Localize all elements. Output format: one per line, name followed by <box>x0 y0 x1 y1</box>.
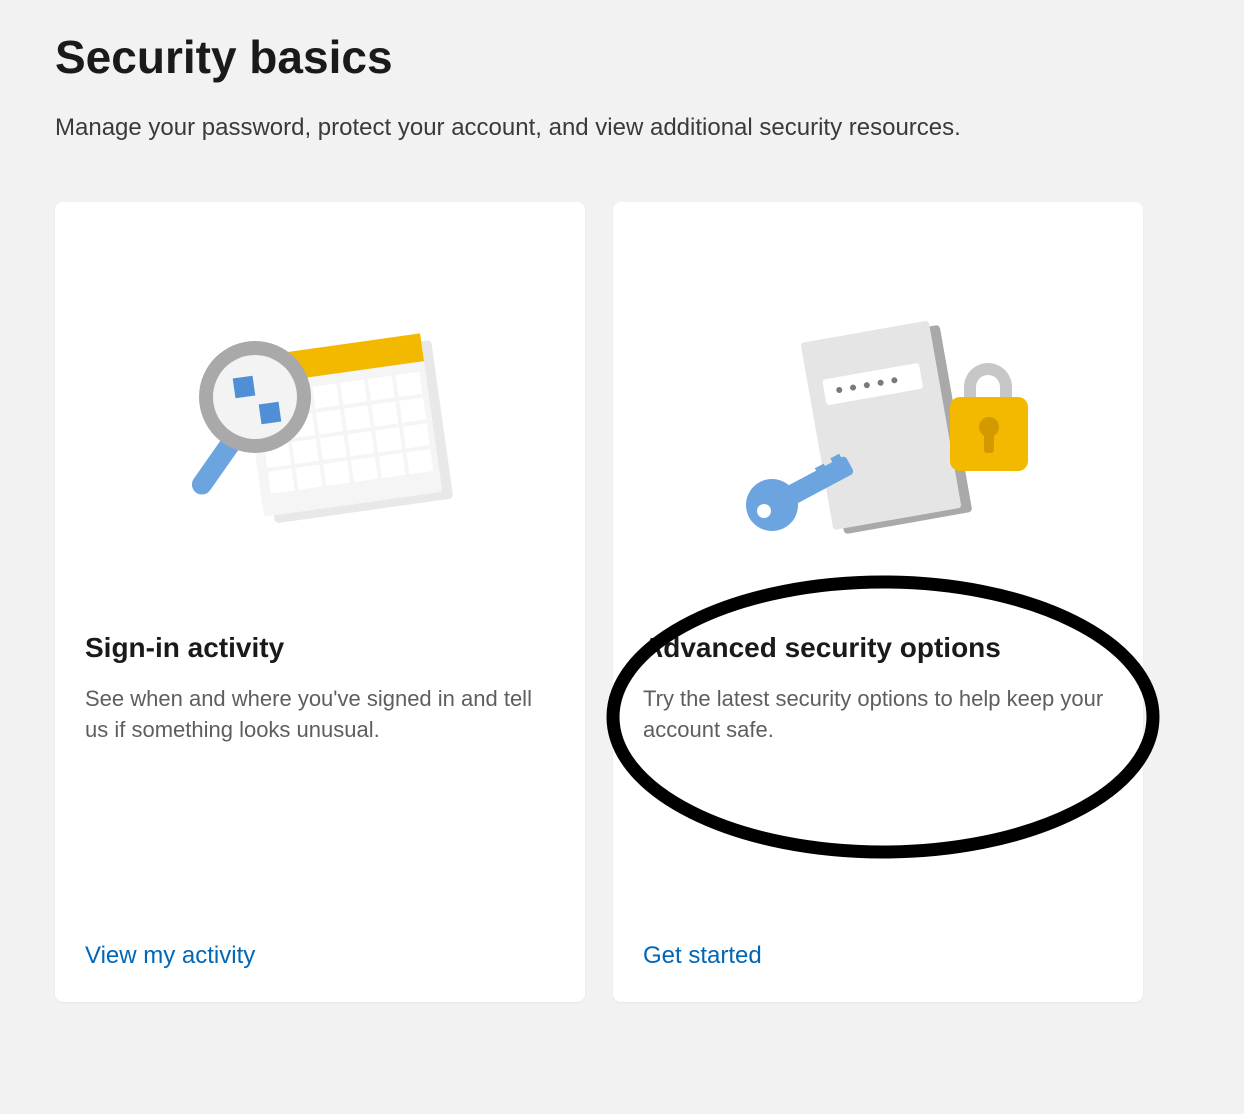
card-title-advanced-security: Advanced security options <box>643 632 1113 664</box>
page-subtitle: Manage your password, protect your accou… <box>55 114 1189 142</box>
cards-row: Sign-in activity See when and where you'… <box>55 202 1189 1002</box>
card-desc-advanced-security: Try the latest security options to help … <box>643 684 1113 942</box>
card-desc-sign-in-activity: See when and where you've signed in and … <box>85 684 555 942</box>
view-my-activity-link[interactable]: View my activity <box>85 942 555 970</box>
card-sign-in-activity: Sign-in activity See when and where you'… <box>55 202 585 1002</box>
get-started-link[interactable]: Get started <box>643 942 1113 970</box>
card-advanced-security: Advanced security options Try the latest… <box>613 202 1143 1002</box>
notebook-lock-key-icon <box>718 307 1038 547</box>
calendar-magnifier-icon <box>180 307 460 547</box>
sign-in-activity-illustration <box>85 232 555 622</box>
page-title: Security basics <box>55 30 1189 84</box>
advanced-security-illustration <box>643 232 1113 622</box>
card-title-sign-in-activity: Sign-in activity <box>85 632 555 664</box>
